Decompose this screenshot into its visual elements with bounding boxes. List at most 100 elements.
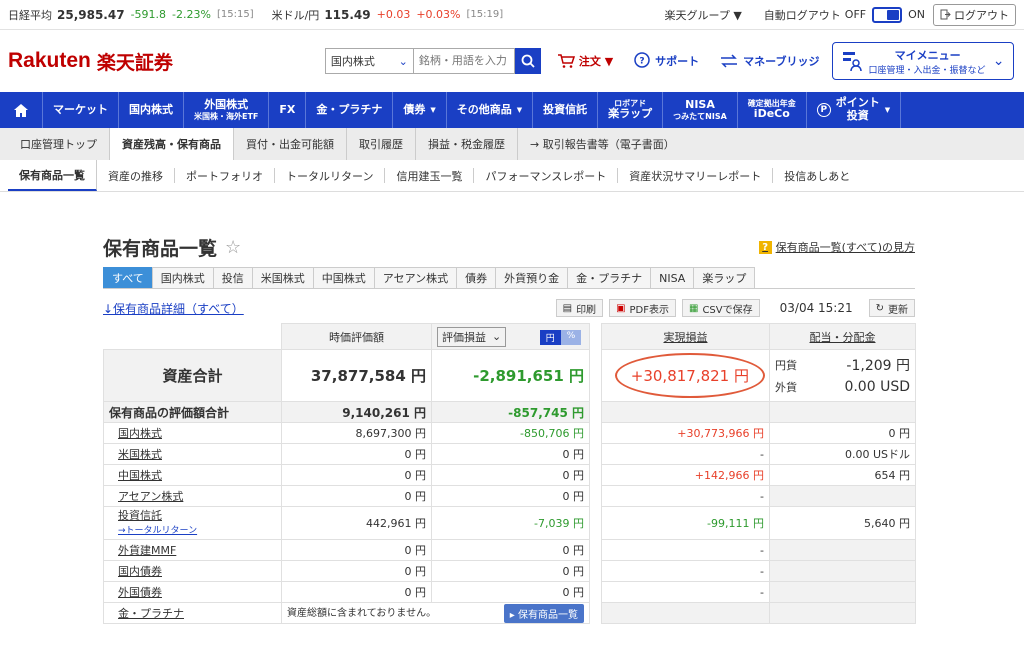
row-realized: - — [601, 539, 770, 561]
gnav-gold[interactable]: 金・プラチナ — [306, 92, 394, 128]
tab-fund-footprint[interactable]: 投信あしあと — [773, 168, 861, 183]
nikkei-time: [15:15] — [216, 9, 254, 20]
tab-china[interactable]: 中国株式 — [312, 267, 375, 288]
help-label: 保有商品一覧(すべて)の見方 — [775, 241, 915, 254]
tab-domestic[interactable]: 国内株式 — [151, 267, 214, 288]
row-realized: - — [601, 560, 770, 582]
usdjpy-label: 米ドル/円 — [271, 8, 320, 22]
gnav-other[interactable]: その他商品 ▼ — [447, 92, 534, 128]
tab-funds[interactable]: 投信 — [212, 267, 253, 288]
gnav-market[interactable]: マーケット — [43, 92, 119, 128]
row-name-link[interactable]: 投資信託 — [118, 509, 162, 522]
subnav-account-top[interactable]: 口座管理トップ — [8, 128, 110, 160]
gnav-ideco[interactable]: 確定拠出年金 iDeCo — [738, 92, 807, 128]
row-name-link[interactable]: 国内株式 — [118, 427, 162, 440]
tab-rakuwrap[interactable]: 楽ラップ — [693, 267, 756, 288]
header-realized-pl[interactable]: 実現損益 — [664, 331, 708, 344]
search-category-select[interactable]: 国内株式 ⌄ — [324, 48, 413, 74]
row-name-link[interactable]: 国内債券 — [118, 565, 162, 578]
row-name-link[interactable]: 金・プラチナ — [118, 607, 184, 620]
subnav-history[interactable]: 取引履歴 — [347, 128, 416, 160]
unit-toggle[interactable]: 円% — [539, 329, 582, 345]
usdjpy-time: [15:19] — [466, 9, 504, 20]
asset-total-value: 37,877,584 円 — [281, 349, 432, 402]
row-realized: +30,773,966 円 — [601, 422, 770, 444]
row-name-link[interactable]: 米国株式 — [118, 448, 162, 461]
logout-button[interactable]: ログアウト — [933, 3, 1016, 26]
holdings-summary-table: 時価評価額 評価損益 ⌄ 円% 実現損益 配当・分配金 資産合計 37,877,5… — [103, 323, 916, 624]
tab-gold[interactable]: 金・プラチナ — [567, 267, 652, 288]
search-input[interactable] — [412, 48, 515, 74]
csv-button[interactable]: ▦ CSVで保存 — [682, 299, 760, 317]
rakuten-logo[interactable]: Rakuten 楽天証券 — [8, 48, 173, 75]
tab-fx-deposit[interactable]: 外貨預り金 — [495, 267, 569, 288]
row-pl: 0 円 — [431, 443, 590, 465]
tab-holdings-list[interactable]: 保有商品一覧 — [8, 160, 97, 191]
search-button[interactable] — [514, 48, 541, 74]
gnav-fx[interactable]: FX — [269, 92, 307, 128]
gnav-foreign-stock[interactable]: 外国株式 米国株・海外ETF — [184, 92, 270, 128]
row-name-link[interactable]: アセアン株式 — [118, 490, 183, 503]
refresh-button[interactable]: ↻ 更新 — [868, 299, 915, 317]
holdings-detail-link[interactable]: ↓保有商品詳細（すべて） — [103, 300, 244, 317]
asset-type-tabs: すべて 国内株式 投信 米国株式 中国株式 アセアン株式 債券 外貨預り金 金・… — [103, 267, 915, 289]
home-button[interactable] — [0, 92, 43, 128]
row-realized: +142,966 円 — [601, 464, 770, 486]
tab-asset-history[interactable]: 資産の推移 — [97, 168, 175, 183]
my-menu-title: マイメニュー — [894, 48, 961, 62]
subnav-tax[interactable]: 損益・税金履歴 — [416, 128, 518, 160]
gnav-domestic-stock[interactable]: 国内株式 — [119, 92, 184, 128]
tab-asean[interactable]: アセアン株式 — [373, 267, 458, 288]
tab-margin-positions[interactable]: 信用建玉一覧 — [385, 168, 475, 183]
gnav-nisa[interactable]: NISA つみたてNISA — [663, 92, 738, 128]
money-bridge-link[interactable]: マネーブリッジ — [719, 53, 820, 69]
tab-bonds[interactable]: 債券 — [456, 267, 497, 288]
row-name-link[interactable]: 外貨建MMF — [118, 544, 176, 557]
tab-portfolio[interactable]: ポートフォリオ — [175, 168, 275, 183]
my-menu-button[interactable]: マイメニュー 口座管理・入出金・振替など ⌄ — [831, 42, 1014, 80]
page-title: 保有商品一覧 — [103, 237, 218, 260]
tab-all[interactable]: すべて — [103, 267, 153, 288]
total-return-link[interactable]: →トータルリターン — [118, 526, 197, 536]
row-realized: -99,111 円 — [601, 506, 770, 540]
star-icon[interactable]: ☆ — [225, 237, 241, 258]
header-dividend[interactable]: 配当・分配金 — [810, 331, 876, 344]
timestamp: 03/04 15:21 — [779, 301, 853, 315]
order-label: 注文 ▼ — [578, 55, 614, 68]
row-name-link[interactable]: 外国債券 — [118, 586, 162, 599]
table-row: 国内株式 8,697,300 円 -850,706 円 +30,773,966 … — [103, 422, 916, 444]
search-category-value: 国内株式 — [330, 55, 375, 68]
autologout-on-label: ON — [908, 8, 925, 21]
row-name-link[interactable]: 中国株式 — [118, 469, 162, 482]
holding-total-value: 9,140,261 円 — [281, 401, 432, 423]
pl-type-select[interactable]: 評価損益 ⌄ — [437, 326, 507, 347]
row-dividend — [769, 560, 916, 582]
tab-summary-report[interactable]: 資産状況サマリーレポート — [618, 168, 774, 183]
order-menu[interactable]: 注文 ▼ — [557, 53, 613, 69]
support-icon: ? — [634, 52, 650, 68]
subnav-reports[interactable]: → 取引報告書等（電子書面） — [518, 128, 687, 160]
gnav-bonds[interactable]: 債券 ▼ — [393, 92, 447, 128]
subnav-balance[interactable]: 資産残高・保有商品 — [110, 128, 234, 160]
tab-performance[interactable]: パフォーマンスレポート — [474, 168, 619, 183]
pdf-button[interactable]: ▣ PDF表示 — [609, 299, 676, 317]
subnav-buying-power[interactable]: 買付・出金可能額 — [234, 128, 347, 160]
gnav-funds[interactable]: 投資信託 — [533, 92, 599, 128]
holdings-subnav: 保有商品一覧 資産の推移 ポートフォリオ トータルリターン 信用建玉一覧 パフォ… — [0, 160, 1024, 192]
autologout-toggle[interactable] — [872, 6, 903, 23]
rakuten-group-menu[interactable]: 楽天グループ ▼ — [665, 7, 742, 23]
tab-us[interactable]: 米国株式 — [251, 267, 314, 288]
gold-holdings-button[interactable]: ▸ 保有商品一覧 — [503, 603, 584, 623]
tab-nisa[interactable]: NISA — [650, 267, 695, 288]
chevron-down-icon: ⌄ — [492, 330, 502, 343]
row-dividend — [769, 485, 916, 507]
support-link[interactable]: ? サポート — [633, 52, 699, 70]
row-dividend — [769, 539, 916, 561]
help-link[interactable]: ? 保有商品一覧(すべて)の見方 — [758, 239, 915, 255]
usdjpy-value: 115.49 — [324, 7, 371, 22]
tab-total-return[interactable]: トータルリターン — [275, 168, 386, 183]
print-button[interactable]: ▤ 印刷 — [555, 299, 604, 317]
gnav-points[interactable]: P ポイント 投資 ▼ — [807, 92, 902, 128]
row-value: 0 円 — [281, 581, 432, 603]
gnav-robo[interactable]: ロボアド 楽ラップ — [598, 92, 664, 128]
